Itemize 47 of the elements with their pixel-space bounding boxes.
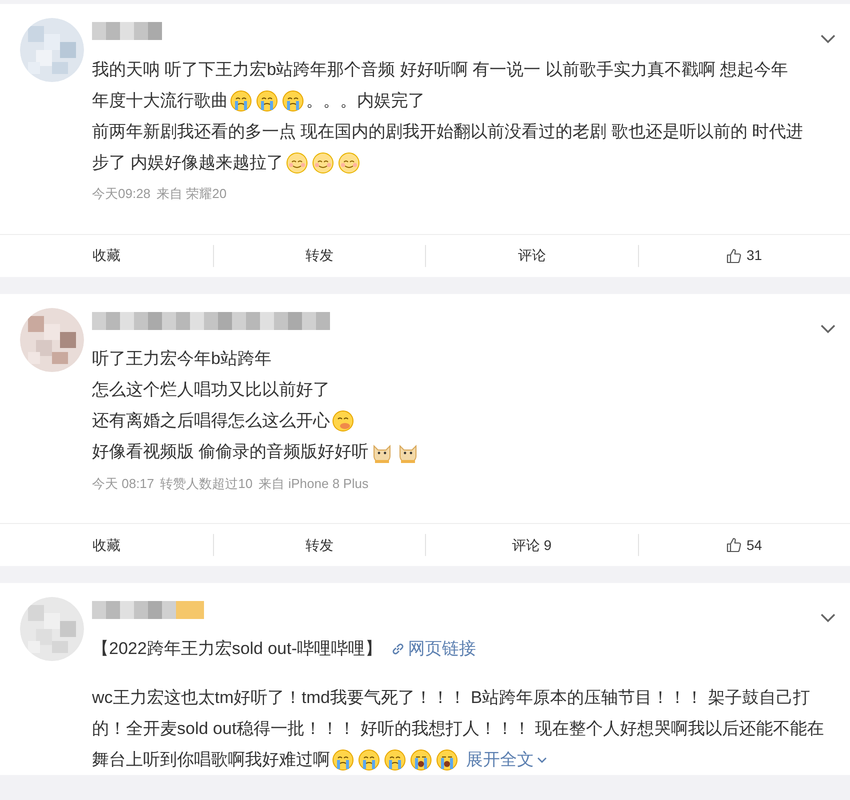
- crying-face-icon: [332, 748, 354, 770]
- smiling-face-icon: [338, 152, 360, 174]
- post-text: wc王力宏这也太tm好听了！tmd我要气死了！！！ B站跨年原本的压轴节目！！！ 架子鼓自己打: [92, 686, 810, 709]
- action-button[interactable]: 收藏: [90, 245, 122, 266]
- action-button[interactable]: 评论 9: [510, 534, 554, 556]
- post-text: 怎么这个烂人唱功又比以前好了: [92, 379, 330, 402]
- expand-link[interactable]: 展开全文: [466, 746, 548, 772]
- like-button[interactable]: 31: [724, 245, 764, 266]
- sobbing-face-icon: [436, 748, 458, 770]
- chevron-down-icon[interactable]: [820, 34, 836, 44]
- post-text: 。。。内娱完了: [306, 90, 425, 112]
- crying-face-icon: [384, 748, 406, 770]
- tongue-face-icon: [332, 410, 354, 432]
- post-meta: 今天09:28: [92, 185, 151, 203]
- post-text: 好像看视频版 偷偷录的音频版好好听: [92, 441, 369, 464]
- action-button[interactable]: 转发: [303, 245, 336, 266]
- post-text: 【2022跨年王力宏sold out-哔哩哔哩】: [92, 638, 382, 660]
- post-text: 的！全开麦sold out稳得一批！！！ 好听的我想打人！！！ 现在整个人好想哭啊我以后还能不能在: [92, 718, 824, 740]
- chevron-down-icon[interactable]: [820, 324, 836, 334]
- crying-face-icon: [256, 90, 278, 112]
- crying-face-icon: [282, 90, 304, 112]
- chevron-down-icon[interactable]: [820, 613, 836, 623]
- crying-face-icon: [358, 748, 380, 770]
- crying-face-icon: [230, 90, 252, 112]
- post-text: 我的天呐 听了下王力宏b站跨年那个音频 好好听啊 有一说一 以前歌手实力真不戳啊 想起今年: [92, 58, 788, 81]
- post-meta: 来自 荣耀20: [156, 185, 227, 203]
- sobbing-face-icon: [410, 748, 432, 770]
- post-meta: 今天 08:17: [92, 474, 154, 492]
- post-meta: 来自 iPhone 8 Plus: [258, 474, 368, 492]
- post-text: 舞台上听到你唱歌啊我好难过啊: [92, 748, 330, 771]
- redacted-name: [92, 22, 162, 40]
- web-link[interactable]: 网页链接: [390, 636, 476, 662]
- thumbs-up-icon: [726, 248, 742, 264]
- action-button[interactable]: 评论: [516, 245, 548, 266]
- post-meta: 转赞人数超过10: [160, 474, 253, 492]
- like-button[interactable]: 54: [724, 534, 764, 556]
- link-icon: [390, 640, 406, 656]
- post-text: 听了王力宏今年b站跨年: [92, 348, 272, 370]
- post-text: 步了 内娱好像越来越拉了: [92, 152, 284, 174]
- thumbs-up-icon: [726, 537, 742, 553]
- action-button[interactable]: 转发: [303, 534, 336, 556]
- smiling-face-icon: [286, 152, 308, 174]
- post-text: 还有离婚之后唱得怎么这么开心: [92, 410, 330, 432]
- post-text: 前两年新剧我还看的多一点 现在国内的剧我开始翻以前没看过的老剧 歌也还是听以前的 时代进: [92, 120, 804, 143]
- action-button[interactable]: 收藏: [90, 534, 122, 556]
- post-text: 年度十大流行歌曲: [92, 90, 228, 112]
- smiling-face-icon: [312, 152, 334, 174]
